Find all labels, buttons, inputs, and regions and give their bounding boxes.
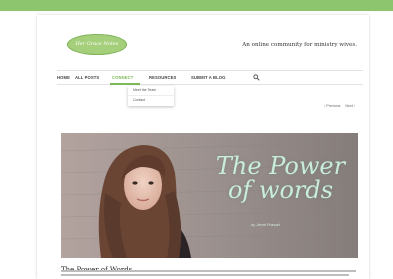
hero-image: The Power of words by Jenni Prasad <box>61 133 358 258</box>
dropdown-item-contact[interactable]: Contact <box>133 98 145 102</box>
previous-link[interactable]: ‹ Previous <box>324 104 340 108</box>
post-body-text-line <box>61 270 356 272</box>
top-accent-bar <box>0 0 393 11</box>
nav-active-indicator <box>110 83 140 85</box>
post-navigation: ‹ Previous Next › <box>320 104 355 108</box>
main-nav: HOME ALL POSTS CONNECT RESOURCES SUBMIT … <box>57 70 363 85</box>
nav-connect[interactable]: CONNECT <box>112 75 133 80</box>
post-body-text-line <box>61 274 349 276</box>
page-frame: Her Grace Notes An online community for … <box>37 15 369 279</box>
site-tagline: An online community for ministry wives. <box>242 42 357 48</box>
connect-dropdown-menu: Meet the Team Contact <box>128 86 174 106</box>
search-icon[interactable] <box>253 74 260 81</box>
nav-all-posts[interactable]: ALL POSTS <box>75 75 99 80</box>
nav-resources[interactable]: RESOURCES <box>149 75 176 80</box>
dropdown-item-meet-the-team[interactable]: Meet the Team <box>133 88 156 92</box>
logo-text: Her Grace Notes <box>75 41 119 47</box>
nav-home[interactable]: HOME <box>57 75 70 80</box>
hero-title: The Power of words <box>215 152 346 204</box>
nav-submit-a-blog[interactable]: SUBMIT A BLOG <box>191 75 226 80</box>
dropdown-divider <box>128 95 174 96</box>
site-logo[interactable]: Her Grace Notes <box>67 34 127 55</box>
next-link[interactable]: Next › <box>345 104 355 108</box>
hero-byline: by Jenni Prasad <box>251 222 280 227</box>
